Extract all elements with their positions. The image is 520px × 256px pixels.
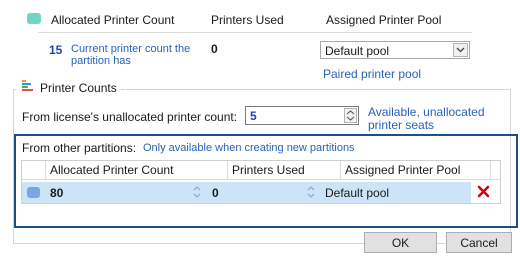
printer-counts-legend: Printer Counts	[17, 80, 121, 96]
row-color-swatch	[27, 187, 40, 198]
cancel-button-label: Cancel	[460, 235, 498, 250]
other-partitions-hint: Only available when creating new partiti…	[143, 142, 355, 154]
header-printers-used: Printers Used	[211, 13, 284, 27]
bar-chart-icon	[21, 80, 35, 96]
header-allocated-printer-count: Allocated Printer Count	[51, 13, 175, 27]
table-header-allocated[interactable]: Allocated Printer Count	[46, 161, 228, 179]
ok-button-label: OK	[391, 235, 410, 250]
row-pool-value[interactable]: Default pool	[325, 186, 389, 200]
table-header-cell	[22, 161, 46, 179]
allocated-spinner-icon[interactable]	[192, 185, 202, 202]
row-used-value[interactable]: 0	[212, 186, 219, 200]
table-header-used[interactable]: Printers Used	[228, 161, 341, 179]
ok-button[interactable]: OK	[364, 232, 437, 253]
spinner-arrows-icon[interactable]	[344, 108, 357, 123]
license-count-input[interactable]: 5	[245, 106, 359, 125]
chevron-down-icon[interactable]	[453, 43, 468, 57]
pool-select[interactable]: Default pool	[320, 41, 470, 59]
header-divider	[38, 32, 472, 33]
row-allocated-value[interactable]: 80	[50, 186, 63, 200]
current-count-value: 15	[49, 43, 63, 57]
delete-icon[interactable]	[477, 185, 490, 201]
license-count-value: 5	[250, 109, 257, 123]
license-hint: Available, unallocated printer seats	[368, 105, 485, 132]
header-assigned-printer-pool: Assigned Printer Pool	[326, 13, 442, 27]
license-label: From license's unallocated printer count…	[22, 110, 238, 124]
cancel-button[interactable]: Cancel	[446, 232, 512, 253]
table-header-pool[interactable]: Assigned Printer Pool	[341, 161, 491, 179]
paired-printer-pool-link[interactable]: Paired printer pool	[323, 67, 421, 81]
table-row[interactable]: 80 0 Default pool	[22, 182, 471, 203]
printers-used-value: 0	[211, 42, 218, 56]
used-spinner-icon[interactable]	[306, 185, 316, 202]
pool-select-value: Default pool	[325, 44, 390, 58]
printer-counts-title: Printer Counts	[40, 81, 117, 95]
partitions-table: Allocated Printer Count Printers Used As…	[21, 160, 501, 204]
pool-color-swatch	[27, 13, 41, 24]
other-partitions-label: From other partitions:	[22, 141, 137, 155]
current-count-label: Current printer count the partition has	[71, 43, 191, 67]
